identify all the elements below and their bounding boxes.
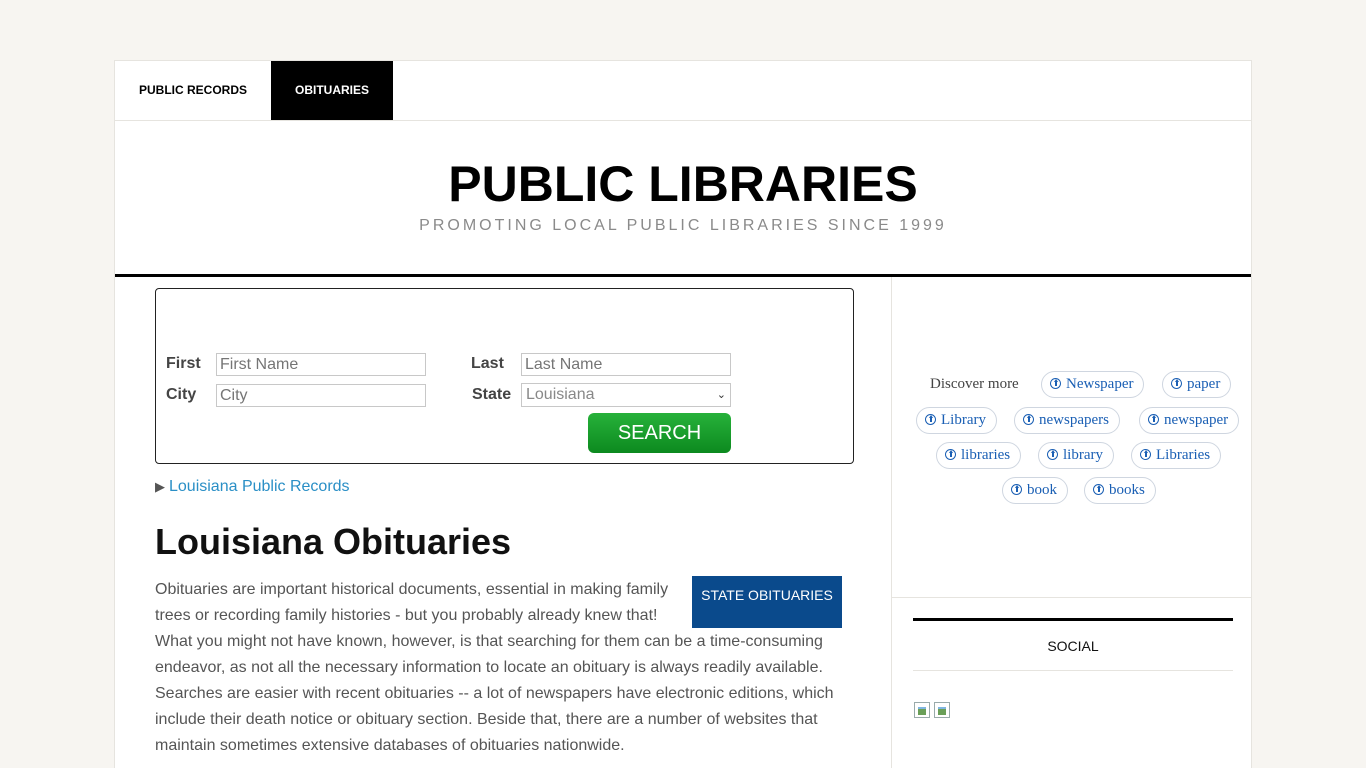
- city-label: City: [166, 386, 197, 403]
- arrow-up-circle-icon: [925, 414, 936, 425]
- site-tagline: PROMOTING LOCAL PUBLIC LIBRARIES SINCE 1…: [419, 217, 947, 234]
- first-name-input[interactable]: [216, 353, 426, 376]
- discover-pill[interactable]: books: [1084, 477, 1156, 504]
- discover-more-label: Discover more: [930, 376, 1019, 392]
- social-underline: [913, 670, 1233, 671]
- triangle-right-icon: ▶: [155, 479, 165, 494]
- pill-label: book: [1027, 482, 1057, 498]
- column-divider: [891, 277, 892, 768]
- arrow-up-circle-icon: [1050, 378, 1061, 389]
- pill-label: Library: [941, 412, 986, 428]
- social-image-icon[interactable]: [914, 702, 930, 718]
- arrow-up-circle-icon: [1011, 484, 1022, 495]
- arrow-up-circle-icon: [945, 449, 956, 460]
- pill-label: Libraries: [1156, 447, 1211, 463]
- city-input[interactable]: [216, 384, 426, 407]
- pill-label: books: [1109, 482, 1145, 498]
- public-records-link-label: Louisiana Public Records: [169, 478, 350, 495]
- discover-pill[interactable]: newspaper: [1139, 407, 1240, 434]
- discover-pill[interactable]: Libraries: [1131, 442, 1222, 469]
- public-records-link[interactable]: ▶ Louisiana Public Records: [155, 478, 350, 496]
- search-button[interactable]: SEARCH: [588, 413, 731, 453]
- pill-label: newspapers: [1039, 412, 1109, 428]
- discover-pill[interactable]: library: [1038, 442, 1114, 469]
- pill-label: newspaper: [1164, 412, 1229, 428]
- pill-label: libraries: [961, 447, 1011, 463]
- arrow-up-circle-icon: [1093, 484, 1104, 495]
- state-obituaries-button[interactable]: STATE OBITUARIES: [692, 576, 842, 628]
- last-name-label: Last: [471, 355, 504, 372]
- social-heading: SOCIAL: [1047, 638, 1099, 654]
- discover-pill[interactable]: paper: [1162, 371, 1232, 398]
- page-container: PUBLIC RECORDS OBITUARIES PUBLIC LIBRARI…: [114, 60, 1252, 768]
- search-form: First Last City State Louisiana ⌄ SEARCH: [155, 288, 854, 464]
- pill-label: library: [1063, 447, 1103, 463]
- discover-pill[interactable]: Newspaper: [1041, 371, 1145, 398]
- arrow-up-circle-icon: [1023, 414, 1034, 425]
- state-select-value: Louisiana: [526, 386, 595, 403]
- pill-label: paper: [1187, 376, 1221, 392]
- social-image-icon[interactable]: [934, 702, 950, 718]
- site-title[interactable]: PUBLIC LIBRARIES: [115, 154, 1251, 214]
- discover-pill[interactable]: newspapers: [1014, 407, 1120, 434]
- discover-pill[interactable]: book: [1002, 477, 1068, 504]
- nav-obituaries[interactable]: OBITUARIES: [271, 61, 393, 120]
- sidebar-divider: [892, 597, 1251, 598]
- discover-pill[interactable]: Library: [916, 407, 997, 434]
- header-divider: [115, 274, 1251, 277]
- pill-label: Newspaper: [1066, 376, 1134, 392]
- arrow-up-circle-icon: [1148, 414, 1159, 425]
- first-name-label: First: [166, 355, 201, 372]
- discover-pill[interactable]: libraries: [936, 442, 1022, 469]
- state-label: State: [472, 386, 512, 403]
- state-select[interactable]: Louisiana ⌄: [521, 383, 731, 407]
- page-title: Louisiana Obituaries: [155, 521, 512, 562]
- last-name-input[interactable]: [521, 353, 731, 376]
- chevron-down-icon: ⌄: [716, 389, 726, 401]
- arrow-up-circle-icon: [1171, 378, 1182, 389]
- arrow-up-circle-icon: [1047, 449, 1058, 460]
- nav-public-records[interactable]: PUBLIC RECORDS: [115, 61, 271, 120]
- top-nav: PUBLIC RECORDS OBITUARIES: [115, 61, 1251, 121]
- arrow-up-circle-icon: [1140, 449, 1151, 460]
- social-divider: [913, 618, 1233, 621]
